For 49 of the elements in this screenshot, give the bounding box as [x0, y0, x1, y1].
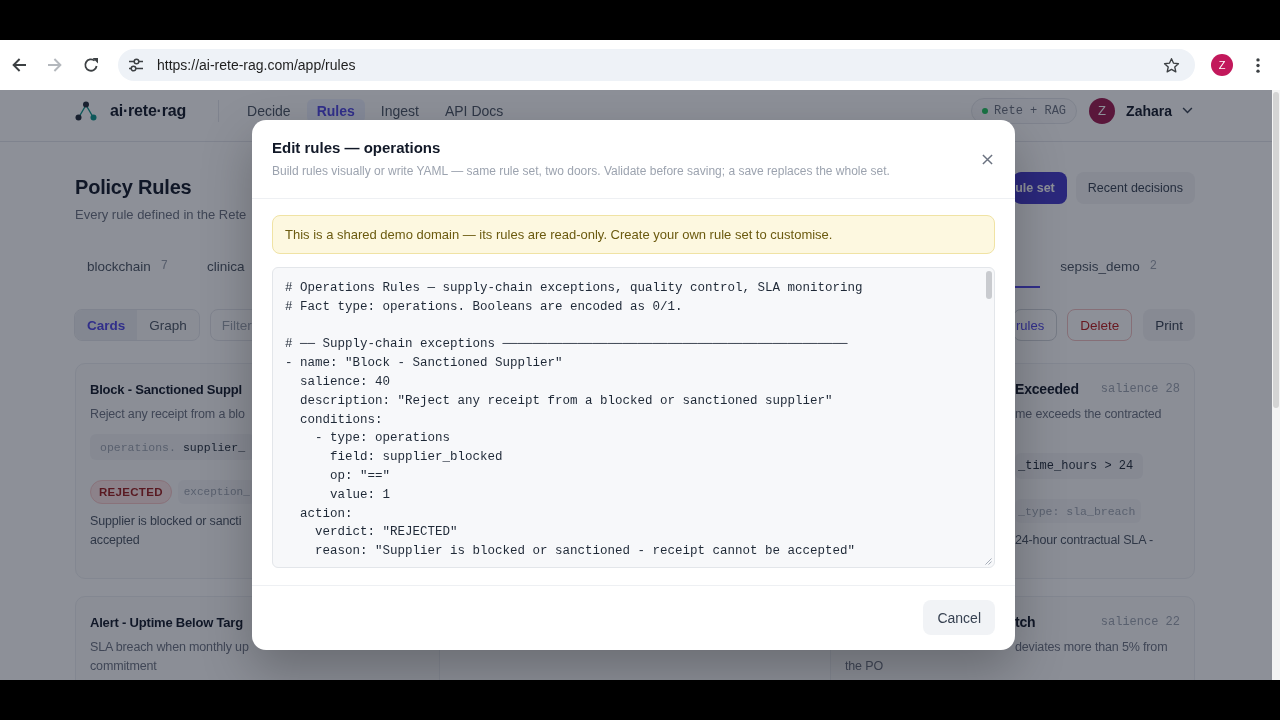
nav-tab[interactable]: Ingest: [370, 98, 429, 123]
rule-description: deviates more than 5% from the PO: [845, 639, 1168, 675]
logo-text[interactable]: ai·rete·rag: [110, 101, 187, 120]
delete-button[interactable]: Delete: [1067, 309, 1133, 341]
rule-title: Alert - Uptime Below Targ: [90, 614, 243, 630]
page-title: Policy Rules: [75, 175, 193, 199]
condition-field: _time_hours > 24: [1018, 459, 1134, 473]
close-icon[interactable]: [982, 153, 993, 165]
nav-tab[interactable]: Rules: [306, 98, 365, 123]
more-menu-icon[interactable]: [1256, 57, 1260, 73]
profile-avatar[interactable]: Z: [1211, 54, 1233, 76]
bookmark-star-icon[interactable]: [1163, 56, 1180, 74]
print-button[interactable]: Print: [1143, 309, 1195, 341]
nav-tab[interactable]: API Docs: [434, 98, 514, 123]
rule-title: Block - Sanctioned Suppl: [90, 381, 242, 397]
rule-reason: Supplier is blocked or sancti accepted: [90, 513, 242, 549]
read-only-notice: This is a shared demo domain — its rules are read-only. Create your own rule set to customise.: [272, 215, 995, 254]
verdict-badge: REJECTED: [90, 480, 172, 504]
scrollbar-thumb[interactable]: [986, 271, 992, 299]
rule-reason: 24-hour contractual SLA -: [1015, 532, 1153, 549]
view-toggle-option[interactable]: Graph: [137, 310, 199, 340]
condition-field: supplier_: [182, 440, 246, 454]
address-bar[interactable]: https://ai-rete-rag.com/app/rules: [118, 49, 1195, 81]
rule-description: me exceeds the contracted: [1015, 406, 1162, 423]
view-toggle-option[interactable]: Cards: [75, 310, 138, 340]
status-dot-icon: [982, 107, 989, 114]
user-avatar[interactable]: Z: [1089, 97, 1116, 124]
yaml-editor[interactable]: # Operations Rules — supply-chain exceptions, quality control, SLA monitoring # Fact type: operations. Booleans are encoded as 0/1. # ── Supply-chain exceptions ────────────────────────────────────────────── - name: "Block - Sanctioned Supplier" salience: 40 description: "Reject any receipt from a blocked or sanctioned supplier" conditions: - type: operations field: supplier_blocked op: "==" value: 1 action: verdict: "REJECTED" reason: "Supplier is blocked or sanctioned - receipt cannot be accepted": [272, 267, 995, 568]
chevron-down-icon[interactable]: [1182, 107, 1193, 114]
site-settings-icon[interactable]: [128, 58, 144, 72]
status-label: Rete + RAG: [994, 103, 1067, 118]
rule-title: Exceeded: [1015, 381, 1079, 397]
rule-description: Reject any receipt from a blo: [90, 406, 245, 423]
scrollbar-thumb[interactable]: [1273, 92, 1279, 408]
rule-description: SLA breach when monthly up commitment: [90, 639, 249, 675]
cancel-button[interactable]: Cancel: [923, 600, 995, 635]
recent-decisions-button[interactable]: Recent decisions: [1075, 172, 1195, 204]
dialog-subtitle: Build rules visually or write YAML — same rule set, two doors. Validate before saving; a save replaces the whole set.: [272, 163, 890, 180]
dialog-title: Edit rules — operations: [272, 138, 442, 158]
back-arrow-icon[interactable]: [11, 57, 27, 73]
reload-icon[interactable]: [83, 57, 99, 73]
user-name[interactable]: Zahara: [1126, 102, 1172, 119]
page-subtitle: Every rule defined in the Rete: [75, 206, 247, 224]
node-graph-logo-icon[interactable]: [75, 100, 97, 121]
resize-grip-icon[interactable]: [985, 558, 992, 565]
rule-set-button[interactable]: ule set: [1013, 172, 1067, 204]
nav-tab[interactable]: Decide: [237, 98, 301, 123]
domain-tab[interactable]: clinica: [195, 248, 257, 288]
rule-title: tch: [1015, 614, 1036, 630]
